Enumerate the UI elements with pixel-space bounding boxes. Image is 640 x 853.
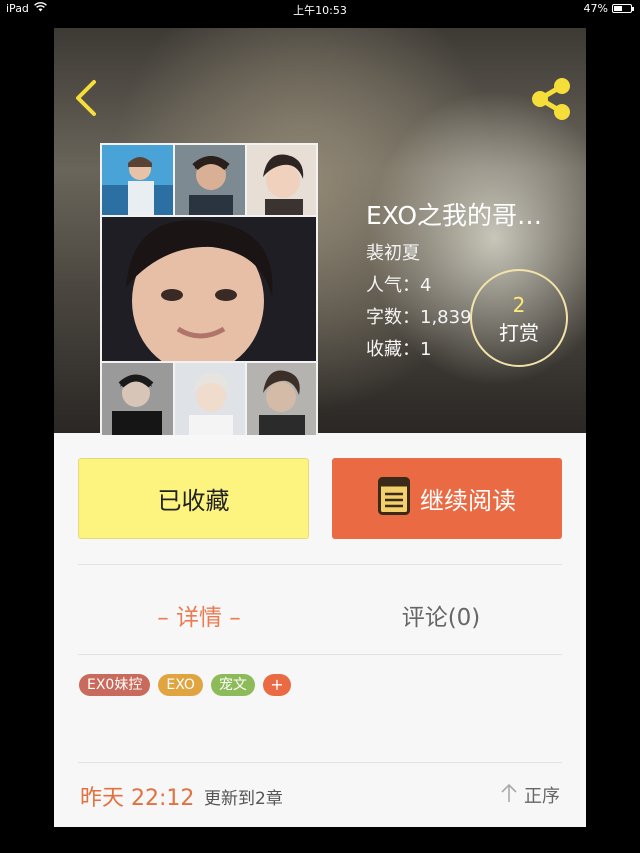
favorited-label: 已收藏 [157,487,230,515]
arrow-up-icon [500,783,518,808]
book-header: EXO之我的哥… 裴初夏 人气：4 字数：1,839 收藏：1 2 打赏 [54,28,586,435]
book-cover-image [100,143,318,435]
divider [78,564,562,565]
tag-chip[interactable]: EX0妹控 [79,674,151,696]
book-author[interactable]: 裴初夏 [366,238,576,270]
tab-comments-label: 评论(0) [401,605,481,631]
tag-chip[interactable]: 宠文 [210,674,255,696]
status-right: 47% [583,2,634,15]
book-detail-page: EXO之我的哥… 裴初夏 人气：4 字数：1,839 收藏：1 2 打赏 已收藏… [54,28,586,827]
update-time: 昨天 22:12 [80,786,195,811]
status-bar: iPad 上午10:53 47% [0,0,640,18]
tab-detail-label: – 详情 – [157,605,241,631]
share-icon [528,78,576,126]
battery-percent: 47% [583,2,608,15]
tag-chip[interactable]: EXO [158,674,203,696]
detail-tabs: – 详情 – 评论(0) [78,580,562,650]
update-chapters: 更新到2章 [204,789,283,809]
back-button[interactable] [68,78,104,118]
favorited-button[interactable]: 已收藏 [78,458,309,539]
continue-reading-button[interactable]: 继续阅读 [332,458,562,539]
cover-photo [247,145,316,215]
book-icon [378,476,410,521]
book-title: EXO之我的哥… [366,201,543,230]
cover-photo [175,145,245,215]
update-info: 昨天 22:12 更新到2章 正序 [78,776,562,816]
sort-order-label: 正序 [524,786,560,807]
cover-photo [102,363,173,435]
status-time: 上午10:53 [293,4,347,17]
cover-photo [247,363,316,435]
divider [78,654,562,655]
continue-reading-label: 继续阅读 [420,487,516,515]
action-buttons: 已收藏 继续阅读 [78,458,562,540]
cover-photo [102,145,173,215]
sort-order-button[interactable]: 正序 [500,782,560,808]
chevron-left-icon [68,80,104,122]
tab-comments[interactable]: 评论(0) [320,580,562,650]
tab-detail[interactable]: – 详情 – [78,580,320,650]
tip-label: 打赏 [499,321,539,345]
share-button[interactable] [528,76,576,122]
tip-count: 2 [512,293,526,317]
tip-button[interactable]: 2 打赏 [470,269,568,367]
divider [78,762,562,763]
battery-icon [612,4,634,13]
tag-list: EX0妹控 EXO 宠文 + [79,674,291,696]
add-tag-button[interactable]: + [262,674,291,696]
cover-photo [102,217,316,361]
cover-photo [175,363,245,435]
